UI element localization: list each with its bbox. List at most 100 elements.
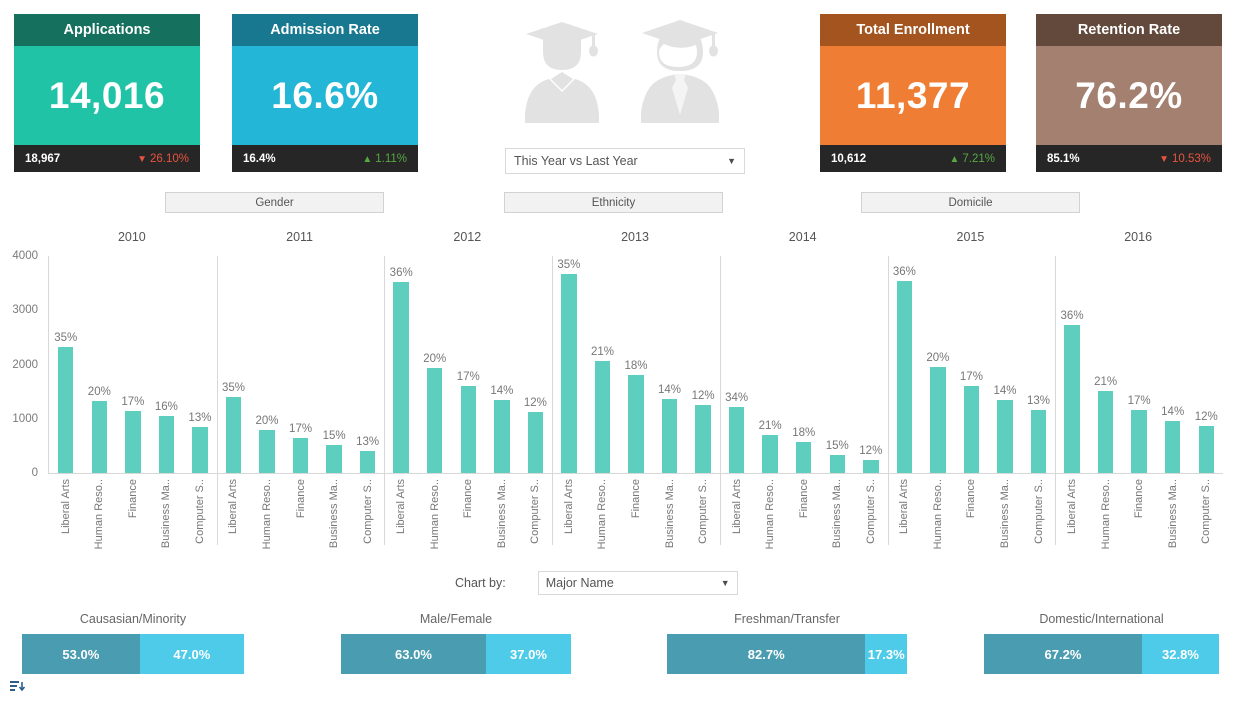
chart-bar[interactable] — [158, 416, 175, 473]
chart-bar-value-label: 34% — [725, 391, 749, 404]
chart-bar[interactable] — [359, 451, 376, 473]
chart-category-label: Finance — [1133, 479, 1146, 519]
chart-bar-value-label: 18% — [624, 359, 648, 372]
kpi-card-retention-rate[interactable]: Retention Rate 76.2% 85.1% ▼ 10.53% — [1036, 14, 1222, 172]
chart-bar[interactable] — [930, 367, 946, 473]
chart-bar[interactable] — [393, 282, 409, 473]
chart-bar[interactable] — [829, 454, 845, 473]
chart-category-label: Liberal Arts — [59, 479, 72, 535]
chart-category-label: Liberal Arts — [1066, 479, 1079, 535]
split-bar[interactable]: 67.2% 32.8% — [984, 634, 1219, 674]
split-segment-left[interactable]: 67.2% — [984, 634, 1142, 674]
split-bar-causasian-minority: Causasian/Minority 53.0% 47.0% — [22, 612, 244, 674]
chart-bar[interactable] — [695, 405, 711, 473]
chart-bar-value-label: 36% — [389, 267, 413, 280]
chart-group-separator — [1055, 256, 1057, 545]
chart-category-label: Computer S.. — [361, 479, 374, 544]
chart-bar-value-label: 36% — [892, 265, 916, 278]
chart-bar[interactable] — [259, 430, 275, 473]
y-axis-tick: 2000 — [12, 358, 38, 371]
chart-bar-value-label: 12% — [859, 444, 883, 457]
kpi-footer: 16.4% ▲ 1.11% — [232, 145, 418, 172]
chart-bar[interactable] — [896, 280, 913, 473]
chart-category-label: Liberal Arts — [898, 479, 911, 535]
chart-by-control: Chart by: Major Name ▼ — [455, 570, 738, 596]
chart-bar[interactable] — [58, 346, 74, 473]
chart-bar[interactable] — [594, 360, 611, 473]
split-segment-right[interactable]: 32.8% — [1141, 634, 1219, 674]
chart-bar[interactable] — [91, 401, 108, 473]
chart-bar[interactable] — [1030, 410, 1047, 473]
y-axis-tick: 0 — [31, 467, 38, 479]
chart-category-label: Human Reso.. — [931, 479, 944, 550]
chart-bar[interactable] — [460, 386, 476, 473]
split-segment-left[interactable]: 63.0% — [341, 634, 486, 674]
arrow-up-icon: ▲ — [949, 153, 960, 165]
chart-category-label: Business Ma.. — [831, 479, 844, 549]
chart-bar[interactable] — [292, 437, 309, 473]
filter-button-domicile[interactable]: Domicile — [861, 192, 1080, 213]
kpi-card-applications[interactable]: Applications 14,016 18,967 ▼ 26.10% — [14, 14, 200, 172]
split-bar[interactable]: 53.0% 47.0% — [22, 634, 244, 674]
chart-bar[interactable] — [997, 400, 1013, 473]
filter-button-gender[interactable]: Gender — [165, 192, 384, 213]
arrow-down-icon: ▼ — [1159, 153, 1169, 165]
chart-category-label: Business Ma.. — [495, 479, 508, 549]
chart-bar[interactable] — [728, 406, 745, 473]
chart-bar[interactable] — [795, 442, 812, 473]
kpi-card-total-enrollment[interactable]: Total Enrollment 11,377 10,612 ▲ 7.21% — [820, 14, 1006, 172]
kpi-value: 14,016 — [48, 74, 166, 116]
chart-bar[interactable] — [494, 400, 510, 473]
chevron-down-icon: ▼ — [727, 156, 736, 166]
chart-bar[interactable] — [326, 444, 342, 473]
chart-bar[interactable] — [863, 459, 879, 473]
majors-by-year-bar-chart: 2010 2011 2012 2013 2014 2015 2016 0 1000 2000 30… — [0, 228, 1237, 692]
split-segment-left[interactable]: 82.7% — [667, 634, 866, 674]
chart-bar[interactable] — [427, 368, 443, 473]
split-bar[interactable]: 63.0% 37.0% — [341, 634, 571, 674]
chart-bar[interactable] — [192, 426, 208, 473]
chart-year-label: 2010 — [117, 230, 146, 244]
chart-bar[interactable] — [1131, 410, 1147, 473]
chart-year-label: 2015 — [956, 230, 985, 244]
chart-bar[interactable] — [628, 374, 644, 473]
arrow-up-icon: ▲ — [362, 153, 373, 165]
chart-bar[interactable] — [125, 411, 141, 473]
chart-bar[interactable] — [225, 396, 242, 473]
chart-bar[interactable] — [1164, 420, 1181, 473]
kpi-title: Total Enrollment — [820, 14, 1006, 46]
chart-year-label: 2014 — [788, 230, 817, 244]
chart-category-label: Business Ma.. — [1166, 479, 1179, 549]
chart-category-label: Liberal Arts — [730, 479, 743, 535]
split-bar[interactable]: 82.7% 17.3% — [667, 634, 907, 674]
split-segment-right[interactable]: 47.0% — [139, 634, 244, 674]
chart-y-axis: 0 1000 2000 3000 4000 — [0, 250, 44, 479]
chart-bar[interactable] — [561, 273, 577, 473]
chart-bar[interactable] — [1198, 425, 1214, 473]
kpi-delta-value: 1.11% — [375, 152, 407, 165]
kpi-delta-value: 10.53% — [1171, 152, 1211, 165]
split-bars-row: Causasian/Minority 53.0% 47.0% Male/Fema… — [0, 612, 1237, 702]
kpi-footer: 85.1% ▼ 10.53% — [1036, 145, 1222, 172]
chart-bar[interactable] — [762, 435, 778, 473]
split-segment-right[interactable]: 37.0% — [485, 634, 571, 674]
chart-group-separator — [552, 256, 554, 545]
chart-bar[interactable] — [661, 399, 678, 473]
chart-bar[interactable] — [1064, 325, 1080, 473]
chart-bar[interactable] — [527, 412, 544, 473]
chart-bar[interactable] — [963, 386, 980, 473]
split-segment-left[interactable]: 53.0% — [22, 634, 140, 674]
chart-year-label: 2016 — [1124, 230, 1153, 244]
chart-bar-value-label: 12% — [523, 397, 547, 410]
chart-category-label: Human Reso.. — [428, 479, 441, 550]
chart-bar-value-label: 15% — [825, 439, 849, 452]
period-comparison-select[interactable]: This Year vs Last Year ▼ — [505, 148, 745, 174]
chart-bar-value-label: 20% — [926, 352, 950, 365]
kpi-card-admission-rate[interactable]: Admission Rate 16.6% 16.4% ▲ 1.11% — [232, 14, 418, 172]
kpi-body: 16.6% — [232, 46, 418, 145]
split-segment-right[interactable]: 17.3% — [865, 634, 907, 674]
chart-category-label: Human Reso.. — [93, 479, 106, 550]
filter-button-ethnicity[interactable]: Ethnicity — [504, 192, 723, 213]
chart-by-select[interactable]: Major Name ▼ — [537, 571, 738, 595]
chart-bar[interactable] — [1097, 391, 1114, 473]
